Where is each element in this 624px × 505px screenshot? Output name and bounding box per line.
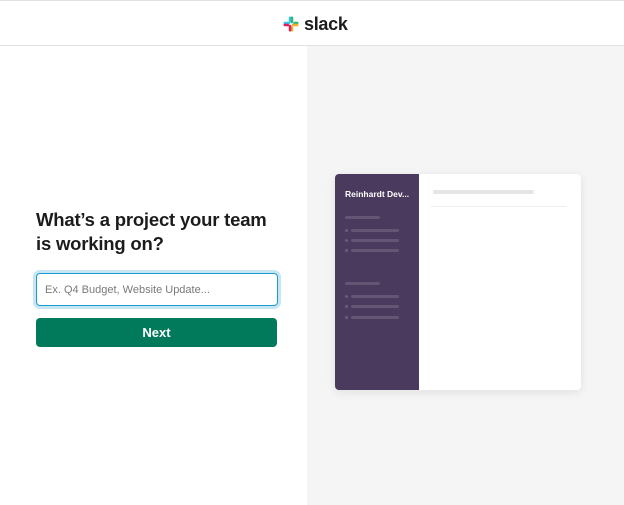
- sidebar-placeholder-dot: [345, 249, 348, 252]
- sidebar-placeholder-dot: [345, 316, 348, 319]
- sidebar-placeholder-line: [351, 316, 399, 319]
- next-button[interactable]: Next: [36, 318, 277, 347]
- sidebar-placeholder-line: [351, 305, 399, 308]
- preview-placeholder-line: [433, 190, 534, 194]
- sidebar-placeholder-line: [351, 239, 399, 242]
- sidebar-placeholder-dot: [345, 295, 348, 298]
- workspace-name: Reinhardt Dev...: [345, 189, 410, 199]
- sidebar-placeholder-line: [351, 249, 399, 252]
- preview-sidebar: Reinhardt Dev...: [335, 174, 419, 390]
- sidebar-placeholder-dot: [345, 305, 348, 308]
- workspace-preview: Reinhardt Dev...: [335, 174, 581, 390]
- sidebar-placeholder-line: [345, 216, 380, 219]
- sidebar-placeholder-dot: [345, 239, 348, 242]
- sidebar-placeholder-line: [351, 295, 399, 298]
- sidebar-placeholder-line: [345, 282, 380, 285]
- slack-logo-icon: [283, 16, 299, 32]
- sidebar-placeholder-dot: [345, 229, 348, 232]
- page-heading: What’s a project your team is working on…: [36, 209, 267, 254]
- logo-text: slack: [304, 14, 348, 34]
- top-bar: slack: [0, 0, 624, 46]
- sidebar-placeholder-line: [351, 229, 399, 232]
- project-name-input[interactable]: [36, 273, 278, 306]
- preview-divider: [431, 206, 567, 207]
- slack-logo[interactable]: slack: [282, 13, 348, 35]
